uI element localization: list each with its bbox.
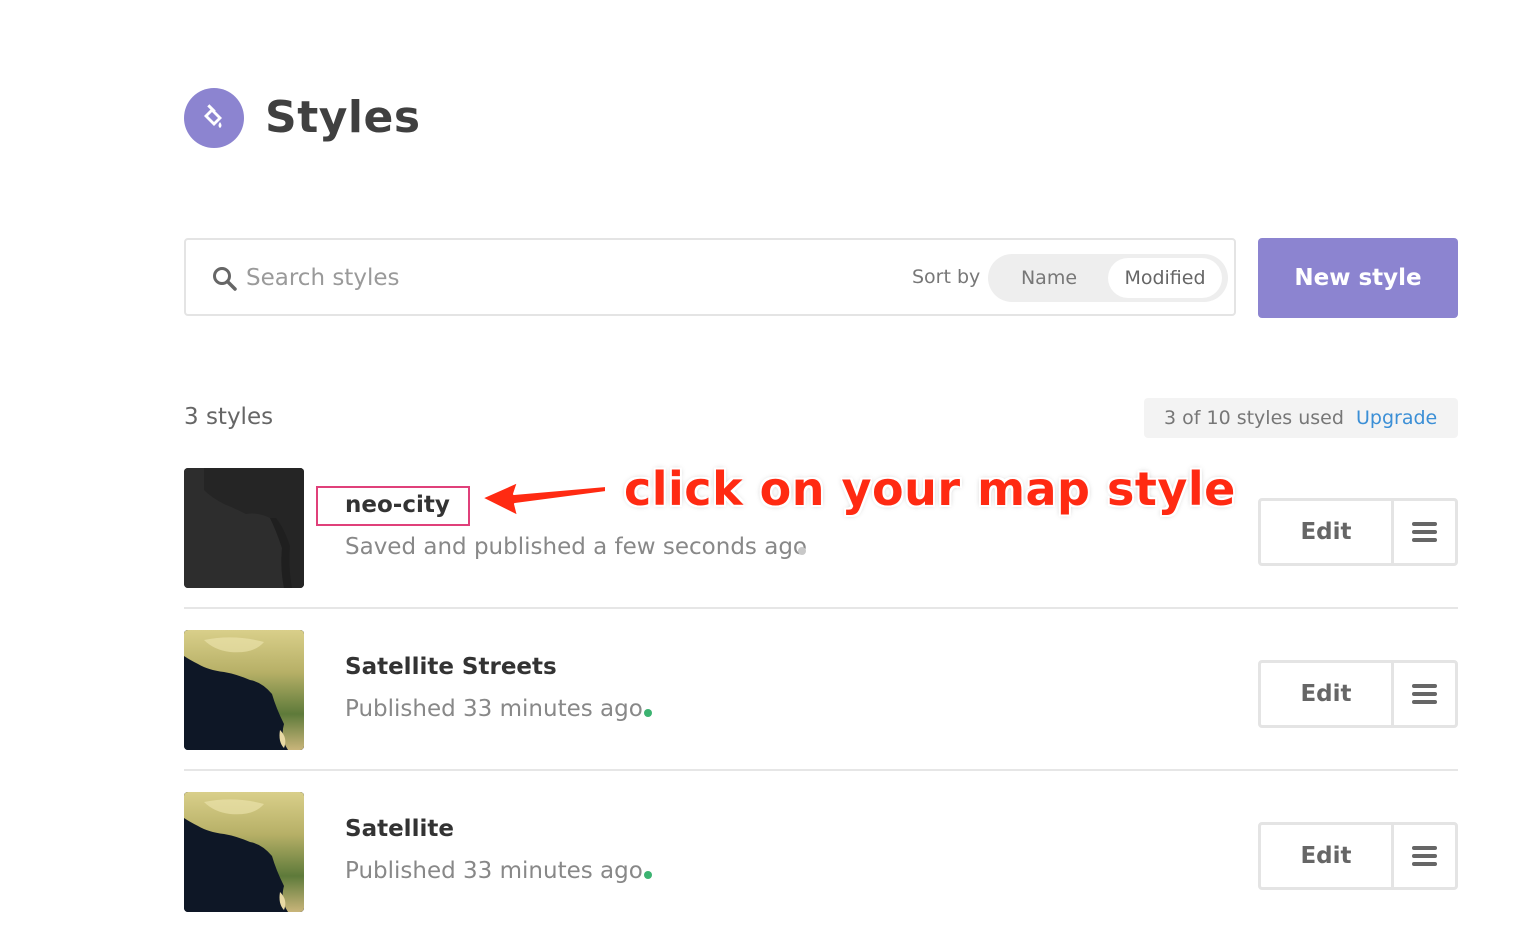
paint-bucket-icon	[204, 104, 222, 128]
edit-button[interactable]: Edit	[1261, 501, 1394, 563]
satellite-thumbnail	[184, 792, 304, 912]
status-dot	[644, 709, 652, 717]
status-dot	[798, 547, 806, 555]
style-row: Satellite Published 33 minutes ago Edit	[184, 792, 1458, 912]
style-actions: Edit	[1258, 822, 1458, 890]
sort-label: Sort by	[912, 266, 981, 288]
style-thumbnail[interactable]	[184, 792, 304, 912]
style-actions: Edit	[1258, 660, 1458, 728]
search-input[interactable]	[246, 260, 806, 296]
menu-icon[interactable]	[1394, 825, 1455, 887]
row-divider	[184, 769, 1458, 771]
search-icon	[213, 267, 237, 291]
style-name[interactable]: Satellite Streets	[345, 654, 557, 680]
satellite-thumbnail	[184, 630, 304, 750]
search-toolbar: Sort by Name Modified	[184, 238, 1236, 316]
annotation-text: click on your map style	[624, 462, 1236, 516]
styles-page-icon	[184, 88, 244, 148]
annotation-highlight-box	[316, 486, 470, 526]
sort-toggle: Name Modified	[988, 254, 1228, 302]
sort-by-name-option[interactable]: Name	[992, 258, 1106, 298]
style-name[interactable]: Satellite	[345, 816, 454, 842]
style-status: Published 33 minutes ago	[345, 858, 643, 884]
edit-button[interactable]: Edit	[1261, 663, 1394, 725]
usage-text: 3 of 10 styles used	[1164, 407, 1344, 429]
menu-icon[interactable]	[1394, 663, 1455, 725]
menu-icon[interactable]	[1394, 501, 1455, 563]
style-actions: Edit	[1258, 498, 1458, 566]
style-status: Published 33 minutes ago	[345, 696, 643, 722]
page-title: Styles	[265, 92, 421, 143]
status-dot	[644, 871, 652, 879]
styles-count: 3 styles	[184, 404, 274, 430]
usage-badge: 3 of 10 styles used Upgrade	[1144, 398, 1458, 438]
style-status: Saved and published a few seconds ago	[345, 534, 807, 560]
upgrade-link[interactable]: Upgrade	[1356, 398, 1437, 438]
new-style-button[interactable]: New style	[1258, 238, 1458, 318]
style-row: Satellite Streets Published 33 minutes a…	[184, 630, 1458, 750]
style-thumbnail[interactable]	[184, 468, 304, 588]
annotation-arrow-icon	[481, 481, 607, 517]
dark-map-thumbnail	[184, 468, 304, 588]
sort-by-modified-option[interactable]: Modified	[1108, 258, 1222, 298]
edit-button[interactable]: Edit	[1261, 825, 1394, 887]
style-thumbnail[interactable]	[184, 630, 304, 750]
row-divider	[184, 607, 1458, 609]
